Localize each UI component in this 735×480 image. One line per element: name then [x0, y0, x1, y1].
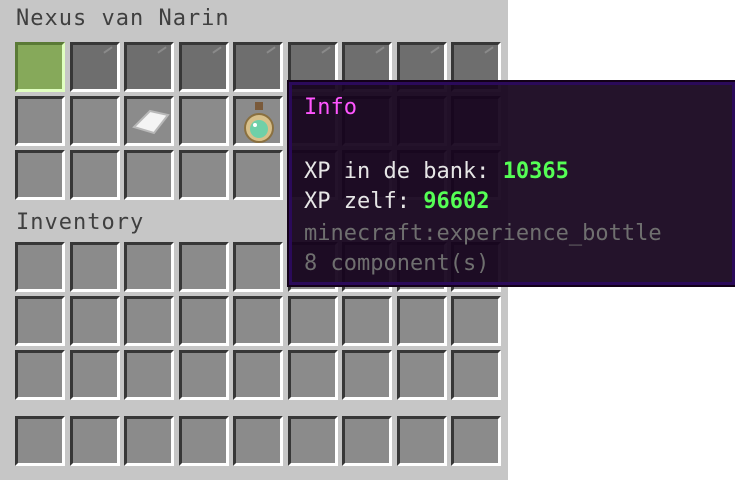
container-slot[interactable]: [178, 42, 229, 92]
inventory-slot[interactable]: [124, 350, 174, 400]
inventory-slot[interactable]: [233, 242, 283, 292]
inventory-slot[interactable]: [342, 350, 392, 400]
tooltip-components: 8 component(s): [304, 251, 490, 276]
item-tooltip: Info XP in de bank: 10365 XP zelf: 96602…: [287, 80, 735, 287]
tooltip-self-line: XP zelf: 96602: [304, 191, 489, 213]
self-label: XP zelf:: [304, 189, 410, 214]
tooltip-title: Info: [304, 95, 357, 120]
bank-label: XP in de bank:: [304, 159, 490, 184]
self-value: 96602: [423, 189, 490, 214]
inventory-slot[interactable]: [287, 296, 338, 346]
container-slot[interactable]: [124, 150, 174, 200]
hotbar-slot[interactable]: [69, 416, 120, 466]
inventory-slot[interactable]: [178, 296, 229, 346]
hotbar-slot[interactable]: [396, 416, 447, 466]
inventory-slot[interactable]: [233, 296, 283, 346]
container-slot[interactable]: [15, 42, 65, 92]
container-slot[interactable]: [233, 150, 283, 200]
inventory-slot[interactable]: [451, 296, 501, 346]
container-slot[interactable]: [178, 150, 229, 200]
inventory-slot[interactable]: [124, 242, 174, 292]
container-slot[interactable]: [15, 96, 65, 146]
container-title: Nexus van Narin: [16, 6, 230, 31]
inventory-slot[interactable]: [124, 296, 174, 346]
inventory-slot[interactable]: [15, 296, 65, 346]
inventory-slot[interactable]: [178, 242, 229, 292]
hotbar-slot[interactable]: [124, 416, 174, 466]
hotbar-slot[interactable]: [178, 416, 229, 466]
inventory-slot[interactable]: [233, 350, 283, 400]
paper-icon[interactable]: [130, 105, 172, 139]
container-slot[interactable]: [15, 150, 65, 200]
hotbar-slot[interactable]: [15, 416, 65, 466]
inventory-slot[interactable]: [451, 350, 501, 400]
inventory-slot[interactable]: [178, 350, 229, 400]
inventory-slot[interactable]: [15, 242, 65, 292]
bank-value: 10365: [502, 159, 569, 184]
inventory-slot[interactable]: [69, 242, 120, 292]
inventory-slot[interactable]: [342, 296, 392, 346]
inventory-slot[interactable]: [69, 296, 120, 346]
tooltip-bank-line: XP in de bank: 10365: [304, 161, 569, 183]
container-slot[interactable]: [124, 42, 174, 92]
container-slot[interactable]: [178, 96, 229, 146]
container-slot[interactable]: [233, 42, 283, 92]
container-slot[interactable]: [69, 150, 120, 200]
container-slot[interactable]: [69, 96, 120, 146]
hotbar-slot[interactable]: [342, 416, 392, 466]
hotbar-slot[interactable]: [233, 416, 283, 466]
container-slot[interactable]: [69, 42, 120, 92]
tooltip-item-id: minecraft:experience_bottle: [304, 221, 662, 246]
hotbar-slot[interactable]: [287, 416, 338, 466]
inventory-slot[interactable]: [396, 296, 447, 346]
inventory-title: Inventory: [16, 210, 145, 235]
inventory-slot[interactable]: [69, 350, 120, 400]
experience-bottle-icon[interactable]: [240, 100, 278, 146]
inventory-slot[interactable]: [15, 350, 65, 400]
inventory-slot[interactable]: [396, 350, 447, 400]
inventory-slot[interactable]: [287, 350, 338, 400]
hotbar-slot[interactable]: [451, 416, 501, 466]
